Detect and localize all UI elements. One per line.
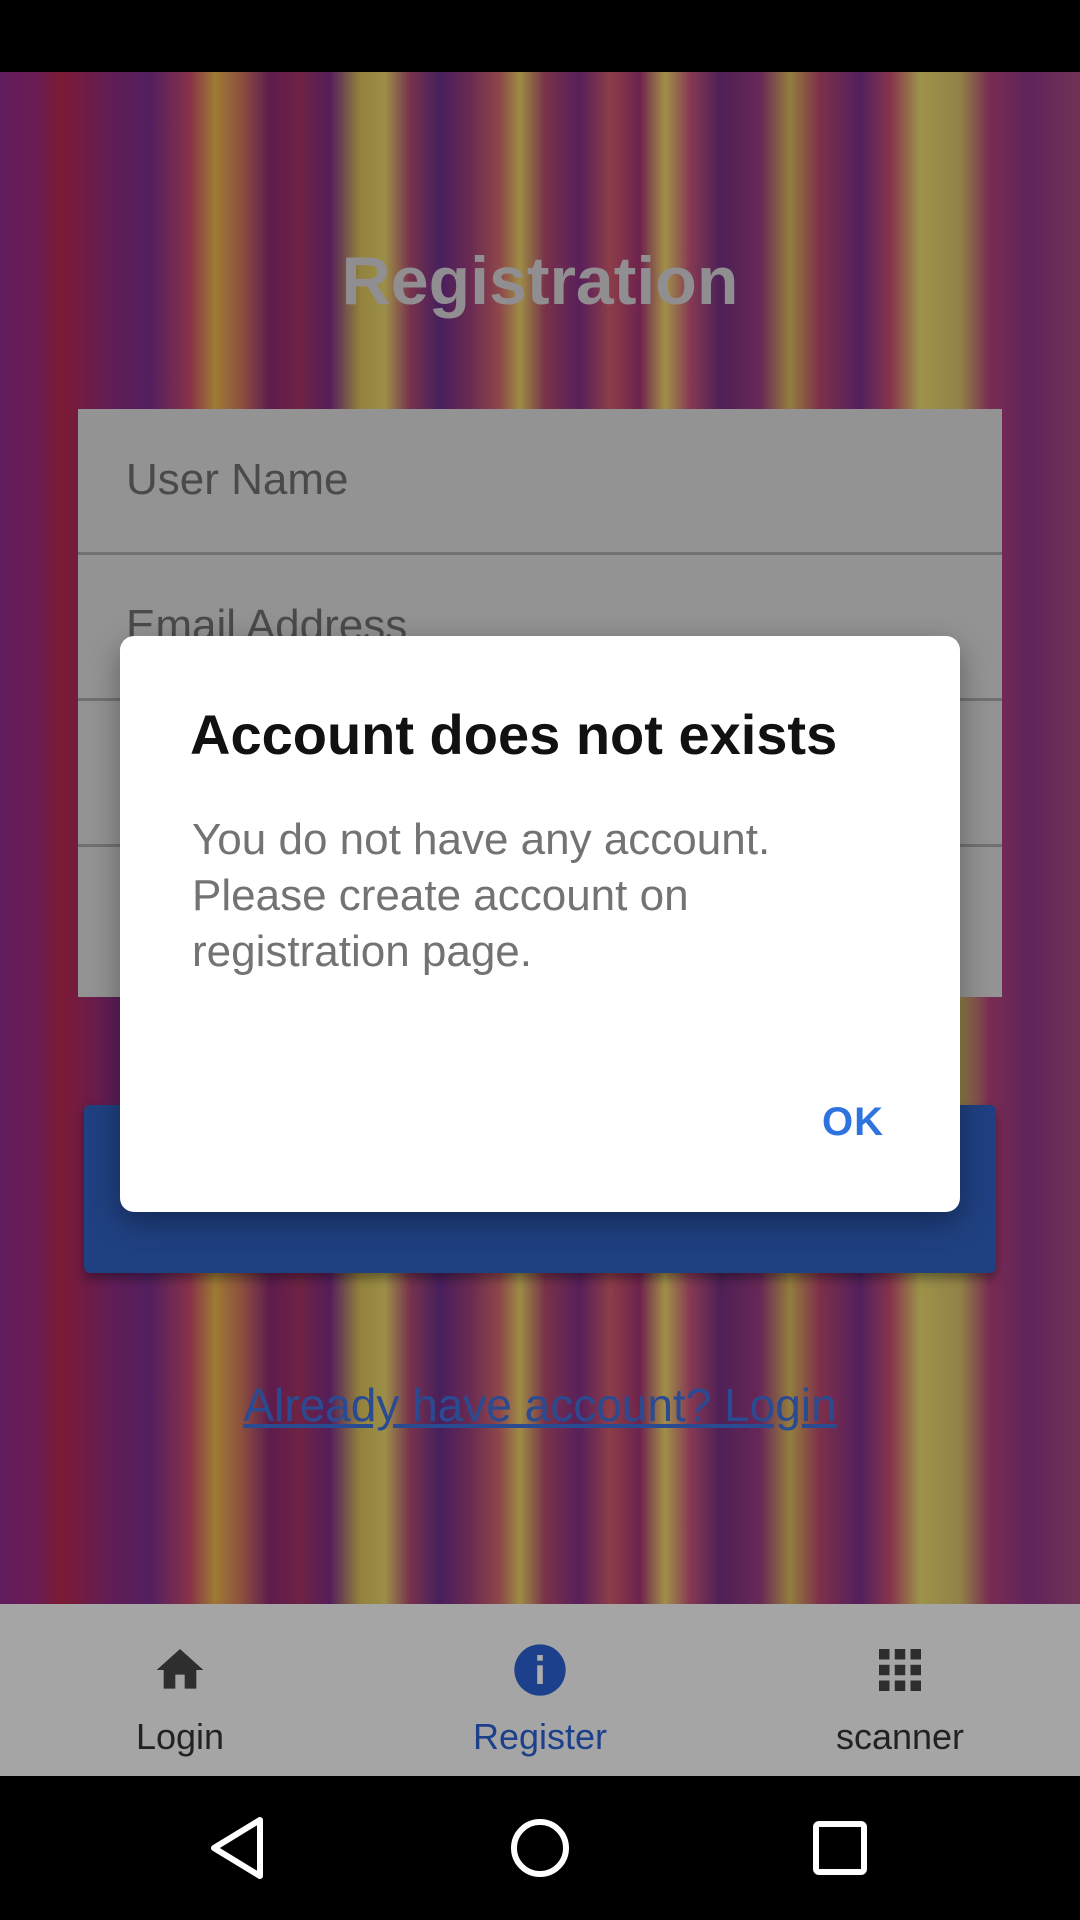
dialog-title: Account does not exists: [190, 703, 838, 766]
system-navigation-bar: [0, 1776, 1080, 1920]
status-bar: [0, 0, 1080, 72]
app-screen: Registration User Name Email Address Alr…: [0, 0, 1080, 1920]
home-circle-icon[interactable]: [500, 1808, 580, 1888]
ok-button[interactable]: OK: [822, 1100, 884, 1145]
alert-dialog: Account does not exists You do not have …: [120, 636, 960, 1212]
back-icon[interactable]: [200, 1808, 280, 1888]
dialog-message: You do not have any account. Please crea…: [192, 815, 771, 976]
recents-icon[interactable]: [800, 1808, 880, 1888]
